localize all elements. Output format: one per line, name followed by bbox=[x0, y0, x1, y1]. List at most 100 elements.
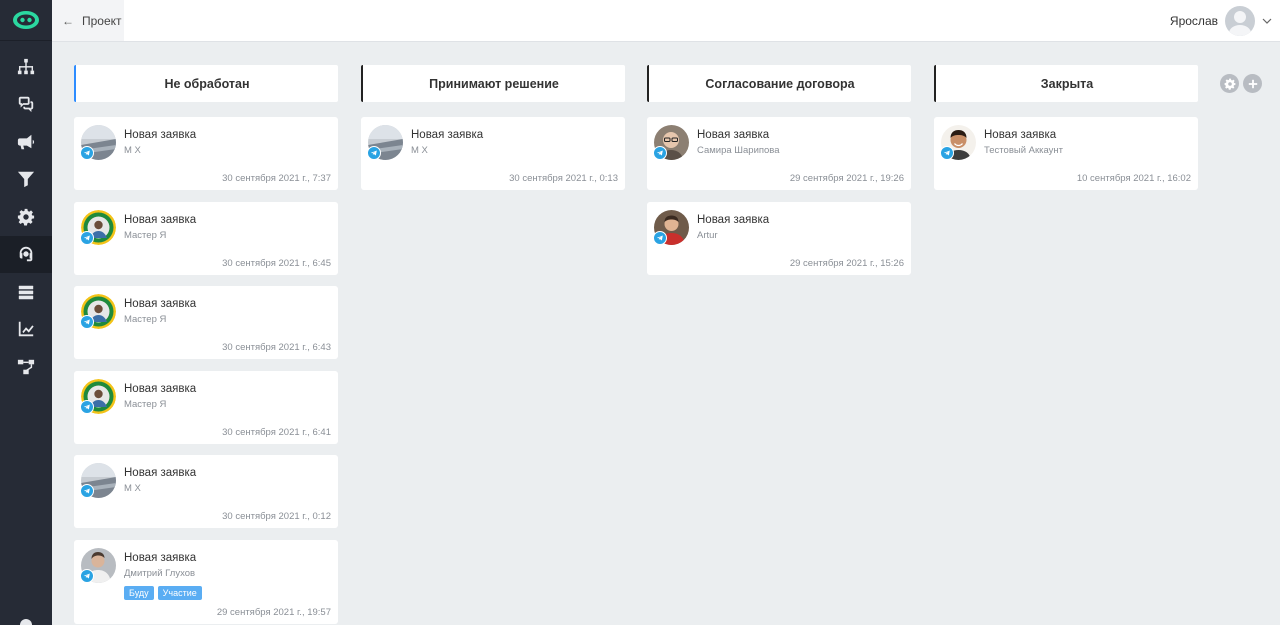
lead-card[interactable]: Новая заявка Самира Шарипова 29 сентября 2… bbox=[647, 117, 911, 190]
arrow-left-icon: ← bbox=[62, 13, 74, 28]
back-button[interactable]: ← Проект bbox=[52, 0, 124, 41]
nav-leads[interactable] bbox=[0, 235, 52, 273]
top-header: ← Проект Ярослав bbox=[52, 0, 1280, 42]
nav-integrations[interactable] bbox=[0, 348, 52, 386]
column-cards: Новая заявка М Х 30 сентября 2021 г., 0:13 bbox=[361, 117, 625, 190]
add-column-button[interactable] bbox=[1243, 74, 1262, 93]
column-title[interactable]: Согласование договора bbox=[647, 65, 911, 102]
telegram-icon bbox=[83, 403, 90, 410]
card-date: 29 сентября 2021 г., 19:26 bbox=[789, 173, 904, 184]
lead-card[interactable]: Новая заявка М Х 30 сентября 2021 г., 7:37 bbox=[74, 117, 338, 190]
chat-icon bbox=[18, 97, 34, 113]
telegram-badge bbox=[367, 146, 381, 160]
telegram-badge bbox=[940, 146, 954, 160]
server-icon bbox=[18, 285, 34, 299]
telegram-icon bbox=[83, 488, 90, 494]
column-cards: Новая заявка Самира Шарипова 29 сентября 2… bbox=[647, 117, 911, 275]
logo-icon bbox=[13, 11, 39, 29]
lead-card[interactable]: Новая заявка Мастер Я 30 сентября 2021 г.,… bbox=[74, 286, 338, 359]
telegram-icon bbox=[83, 319, 90, 325]
gear-icon bbox=[1224, 78, 1235, 90]
app-logo[interactable] bbox=[0, 0, 52, 41]
lead-card[interactable]: Новая заявка Мастер Я 30 сентября 2021 г.,… bbox=[74, 370, 338, 444]
column-title[interactable]: Не обработан bbox=[74, 65, 338, 102]
chart-icon bbox=[18, 322, 34, 337]
lead-card[interactable]: Новая заявка Artur 29 сентября 2021 г., 15… bbox=[647, 201, 911, 275]
telegram-icon bbox=[656, 150, 663, 156]
board-column: Согласование договора Новая заявка Самира … bbox=[647, 65, 911, 286]
gear-icon bbox=[17, 208, 35, 226]
nav-broadcasts[interactable] bbox=[0, 123, 52, 161]
nav-settings[interactable] bbox=[0, 198, 52, 236]
tag-list: Буду Участие bbox=[124, 585, 202, 600]
column-actions bbox=[1220, 74, 1262, 93]
user-name: Ярослав bbox=[1169, 14, 1218, 28]
plus-icon bbox=[1248, 79, 1257, 88]
lead-card[interactable]: Новая заявка М Х 30 сентября 2021 г., 0:12 bbox=[74, 455, 338, 528]
chevron-down-icon bbox=[1262, 18, 1272, 24]
telegram-badge bbox=[653, 146, 667, 160]
column-cards: Новая заявка Тестовый Аккаунт 10 сентября … bbox=[934, 117, 1198, 190]
contact-name: Дмитрий Глухов bbox=[124, 567, 196, 579]
sidebar bbox=[0, 0, 52, 625]
telegram-badge bbox=[653, 230, 667, 245]
telegram-icon bbox=[943, 150, 950, 156]
card-date: 29 сентября 2021 г., 19:57 bbox=[216, 606, 331, 618]
lead-card[interactable]: Новая заявка Дмитрий Глухов 29 сентября 20… bbox=[74, 539, 338, 624]
board-column: Не обработан Новая заявка М Х 30 сентября 2… bbox=[74, 65, 338, 625]
card-title: Новая заявка bbox=[697, 129, 770, 141]
card-title: Новая заявка bbox=[984, 129, 1057, 141]
card-date: 30 сентября 2021 г., 6:41 bbox=[222, 426, 331, 438]
tag-badge[interactable]: Буду bbox=[124, 585, 154, 600]
board-column: Принимают решение Новая заявка М Х 30 сентя… bbox=[361, 65, 625, 202]
card-date: 30 сентября 2021 г., 7:37 bbox=[222, 173, 331, 184]
nav-database[interactable] bbox=[0, 273, 52, 311]
nav-structure[interactable] bbox=[0, 48, 52, 86]
card-title: Новая заявка bbox=[124, 551, 197, 564]
card-date: 30 сентября 2021 г., 0:12 bbox=[222, 511, 331, 522]
card-title: Новая заявка bbox=[124, 382, 197, 395]
column-settings-button[interactable] bbox=[1220, 74, 1239, 93]
telegram-icon bbox=[83, 234, 90, 241]
lead-card[interactable]: Новая заявка М Х 30 сентября 2021 г., 0:13 bbox=[361, 117, 625, 190]
card-title: Новая заявка bbox=[124, 467, 197, 479]
card-date: 30 сентября 2021 г., 6:43 bbox=[222, 342, 331, 353]
contact-name: М Х bbox=[124, 145, 141, 156]
tag-badge[interactable]: Участие bbox=[157, 585, 202, 600]
nav-chats[interactable] bbox=[0, 86, 52, 124]
contact-name: Мастер Я bbox=[124, 229, 167, 241]
card-title: Новая заявка bbox=[124, 298, 197, 310]
contact-name: М Х bbox=[124, 483, 141, 494]
contact-name: М Х bbox=[411, 145, 428, 156]
board-column: Закрыта Новая заявка Тестовый Аккаунт 10 се… bbox=[934, 65, 1198, 202]
back-label: Проект bbox=[82, 13, 122, 28]
sidebar-help-icon[interactable] bbox=[20, 619, 32, 625]
headset-icon bbox=[19, 247, 33, 262]
lead-card[interactable]: Новая заявка Мастер Я 30 сентября 2021 г.,… bbox=[74, 201, 338, 275]
card-date: 30 сентября 2021 г., 0:13 bbox=[509, 173, 618, 184]
column-title[interactable]: Принимают решение bbox=[361, 65, 625, 102]
lead-card[interactable]: Новая заявка Тестовый Аккаунт 10 сентября … bbox=[934, 117, 1198, 190]
nav-analytics[interactable] bbox=[0, 311, 52, 349]
contact-name: Artur bbox=[697, 229, 718, 241]
telegram-badge bbox=[80, 484, 94, 498]
user-menu[interactable]: Ярослав bbox=[1170, 5, 1272, 37]
contact-name: Тестовый Аккаунт bbox=[984, 145, 1064, 156]
telegram-badge bbox=[80, 315, 94, 329]
card-title: Новая заявка bbox=[124, 129, 197, 141]
card-title: Новая заявка bbox=[697, 213, 770, 226]
telegram-icon bbox=[370, 150, 377, 156]
filter-icon bbox=[17, 172, 35, 188]
telegram-icon bbox=[83, 572, 90, 579]
nav-funnels[interactable] bbox=[0, 161, 52, 199]
card-title: Новая заявка bbox=[124, 213, 197, 226]
contact-name: Мастер Я bbox=[124, 398, 167, 410]
telegram-badge bbox=[80, 399, 94, 414]
user-avatar bbox=[1225, 6, 1255, 36]
telegram-badge bbox=[80, 568, 94, 583]
contact-name: Мастер Я bbox=[124, 314, 167, 325]
card-date: 29 сентября 2021 г., 15:26 bbox=[789, 257, 904, 269]
telegram-badge bbox=[80, 230, 94, 245]
contact-name: Самира Шарипова bbox=[697, 145, 780, 156]
column-title[interactable]: Закрыта bbox=[934, 65, 1198, 102]
